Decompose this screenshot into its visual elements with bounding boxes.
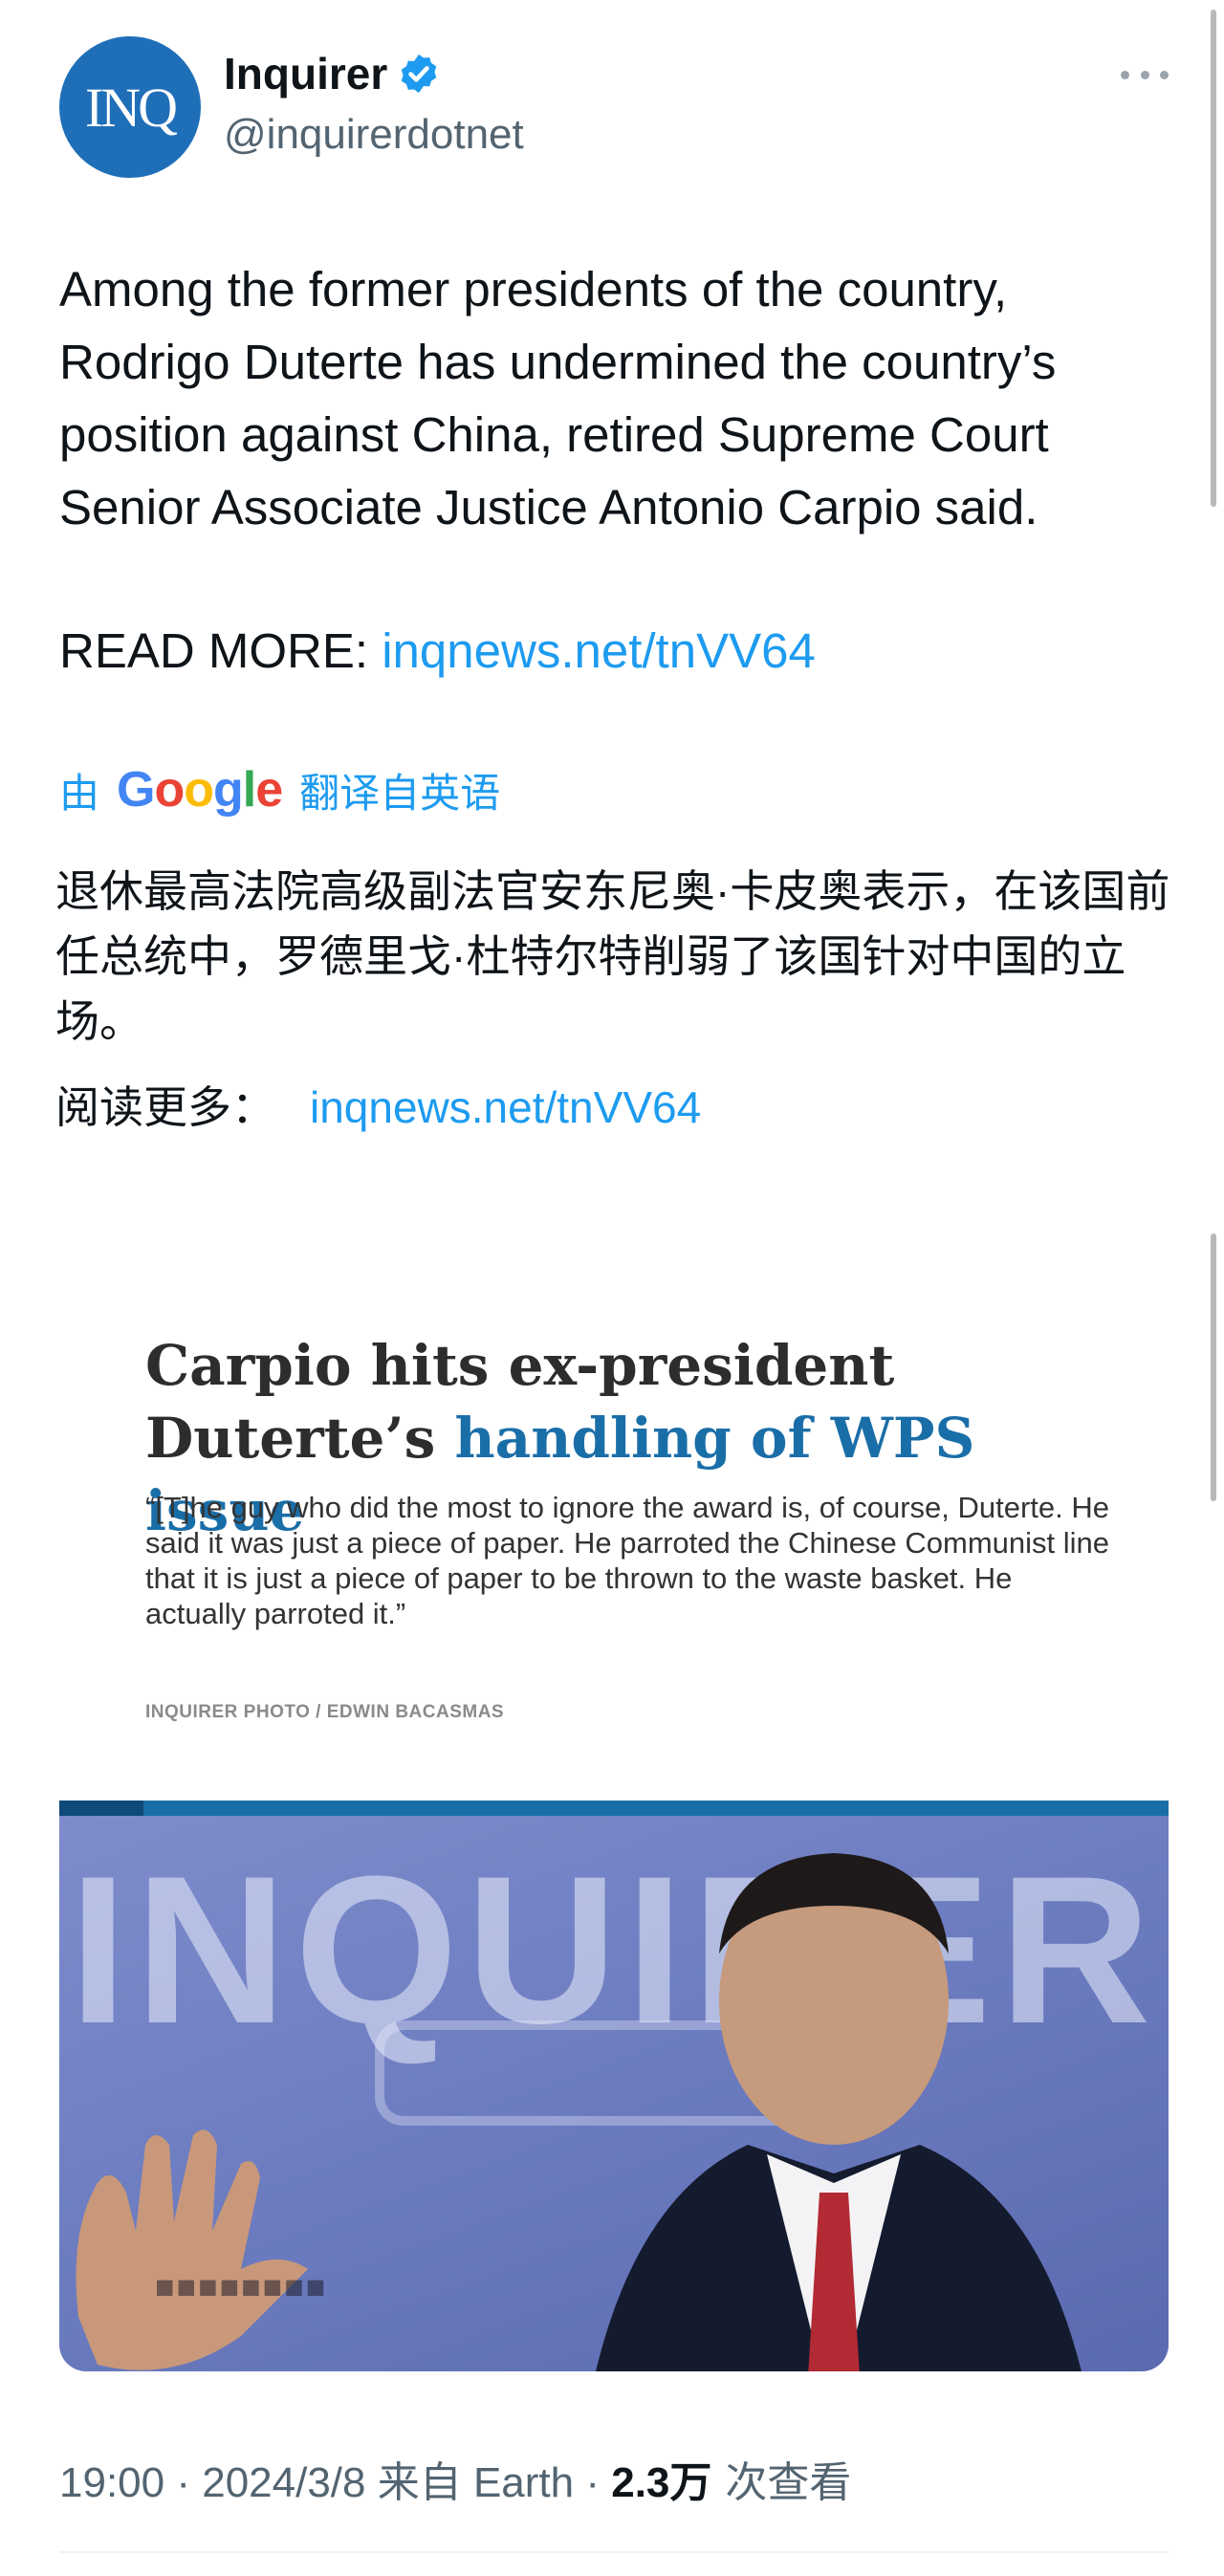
translated-read-more-label: 阅读更多： xyxy=(55,1082,275,1132)
person-figure xyxy=(596,1853,1082,2371)
scrollbar[interactable] xyxy=(1211,10,1216,507)
article-photo[interactable]: INQUIRER ■■■■■■■■ xyxy=(59,1801,1169,2371)
scrollbar-secondary[interactable] xyxy=(1211,1233,1216,1501)
tweet-read-more: READ MORE: inqnews.net/tnVV64 xyxy=(59,615,816,688)
author-handle[interactable]: @inquirerdotnet xyxy=(224,111,524,159)
translation-suffix: 翻译自英语 xyxy=(299,770,501,816)
hand-figure xyxy=(76,2129,308,2370)
translated-link[interactable]: inqnews.net/tnVV64 xyxy=(310,1082,701,1132)
article-quote: “[T]he guy who did the most to ignore th… xyxy=(145,1491,1110,1630)
tweet-date[interactable]: 2024/3/8 xyxy=(202,2459,365,2507)
photo-caption-blur: ■■■■■■■■ xyxy=(155,2269,328,2305)
photo-top-bar xyxy=(59,1801,1169,1816)
google-logo: Google xyxy=(117,762,283,818)
divider xyxy=(59,2551,1169,2553)
tweet-meta: 19:00 · 2024/3/8 来自 Earth · 2.3万 次查看 xyxy=(59,2448,851,2509)
tweet-source: 来自 Earth xyxy=(377,2459,575,2506)
verified-badge-icon xyxy=(402,54,437,94)
tweet-header: INQ Inquirer @inquirerdotnet xyxy=(59,36,1169,180)
photo-credit: INQUIRER PHOTO / EDWIN BACASMAS xyxy=(145,1702,505,1722)
avatar-text: INQ xyxy=(84,76,178,139)
avatar[interactable]: INQ xyxy=(59,36,201,178)
translated-read-more: 阅读更多： inqnews.net/tnVV64 xyxy=(55,1075,701,1140)
tweet-time: 19:00 xyxy=(59,2459,165,2506)
translation-prefix: 由 xyxy=(59,770,100,816)
tweet-link[interactable]: inqnews.net/tnVV64 xyxy=(382,623,816,678)
read-more-label: READ MORE: xyxy=(59,623,382,678)
author-name[interactable]: Inquirer xyxy=(224,48,387,99)
tweet-text: Among the former presidents of the count… xyxy=(59,262,1057,535)
more-options-icon[interactable] xyxy=(1121,65,1169,84)
views-label: 次查看 xyxy=(725,2459,852,2506)
author-name-row: Inquirer xyxy=(224,48,441,99)
translation-attribution[interactable]: 由 Google 翻译自英语 xyxy=(59,761,500,819)
views-count[interactable]: 2.3万 xyxy=(611,2448,711,2509)
article-card[interactable]: Carpio hits ex-president Duterte’s handl… xyxy=(59,1291,1169,2371)
translated-text: 退休最高法院高级副法官安东尼奥·卡皮奥表示，在该国前任总统中，罗德里戈·杜特尔特… xyxy=(55,866,1170,1046)
